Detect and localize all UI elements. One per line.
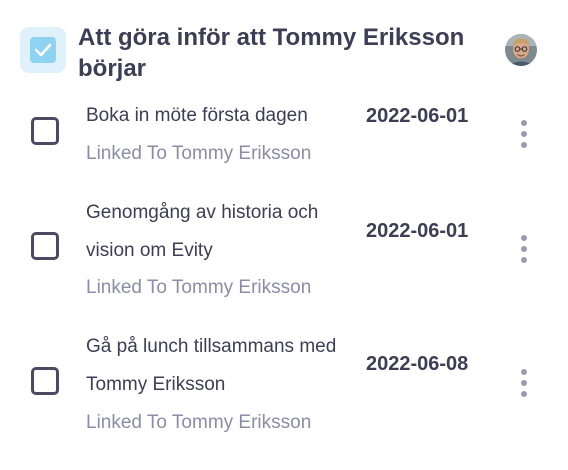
task-due-date: 2022-06-08: [366, 353, 469, 375]
page-title: Att göra inför att Tommy Eriksson börjar: [78, 24, 465, 82]
more-options-icon[interactable]: [518, 235, 530, 263]
task-linked-label[interactable]: Linked To Tommy Eriksson: [86, 411, 311, 435]
avatar[interactable]: [505, 34, 537, 66]
checkmark-icon: [34, 43, 52, 57]
task-item: Gå på lunch tillsammans med Tommy Erikss…: [0, 327, 568, 439]
task-title: Boka in möte första dagen: [86, 105, 308, 126]
task-item: Boka in möte första dagen Linked To Tomm…: [0, 96, 568, 176]
task-due-date: 2022-06-01: [366, 105, 469, 127]
todo-header: Att göra inför att Tommy Eriksson börjar: [20, 20, 550, 86]
task-linked-label[interactable]: Linked To Tommy Eriksson: [86, 142, 311, 166]
select-all-checkbox[interactable]: [20, 27, 66, 73]
task-checkbox[interactable]: [31, 367, 59, 395]
more-options-icon[interactable]: [518, 120, 530, 148]
more-options-icon[interactable]: [518, 369, 530, 397]
user-avatar-icon: [505, 34, 537, 66]
task-linked-label[interactable]: Linked To Tommy Eriksson: [86, 276, 311, 300]
check-square-icon: [30, 37, 56, 63]
task-item: Genomgång av historia och vision om Evit…: [0, 193, 568, 305]
task-checkbox[interactable]: [31, 117, 59, 145]
task-title: Gå på lunch tillsammans med Tommy Erikss…: [86, 336, 337, 395]
task-title: Genomgång av historia och vision om Evit…: [86, 202, 319, 261]
task-checkbox[interactable]: [31, 232, 59, 260]
task-due-date: 2022-06-01: [366, 220, 469, 242]
